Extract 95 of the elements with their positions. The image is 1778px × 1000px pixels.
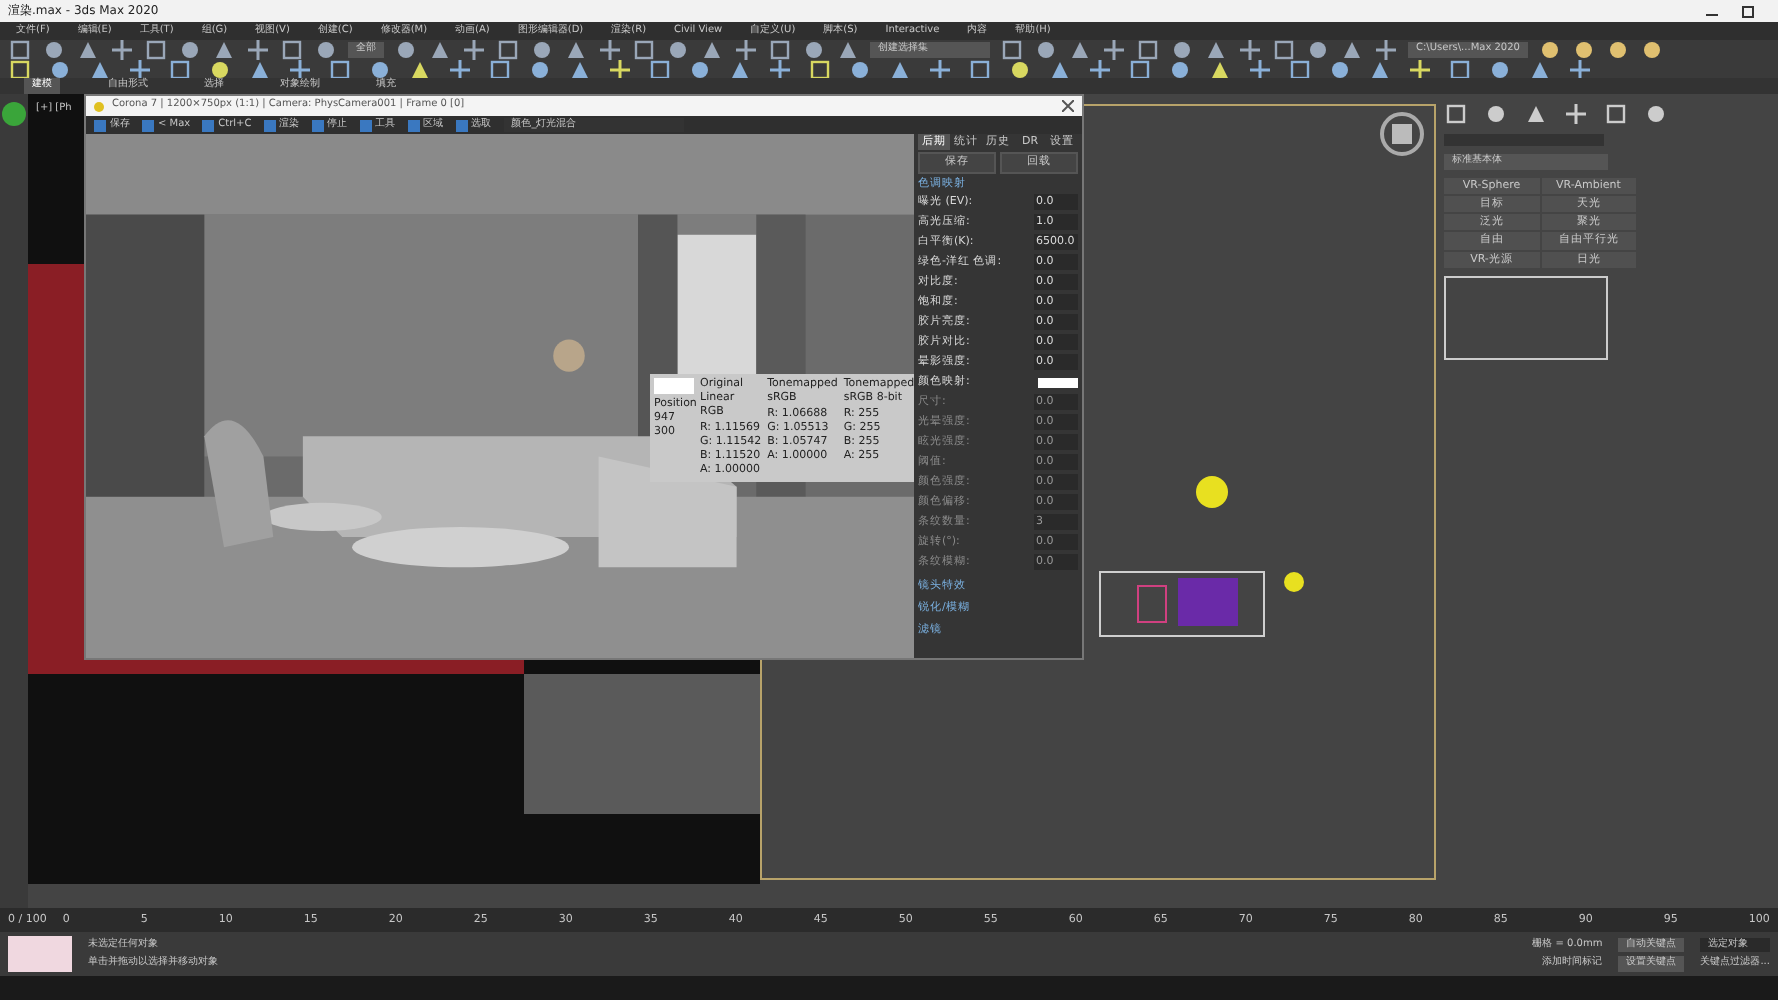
triangle-icon[interactable] bbox=[564, 38, 588, 62]
circle-icon[interactable] bbox=[208, 57, 232, 81]
square-icon[interactable] bbox=[8, 57, 32, 81]
triangle-icon[interactable] bbox=[700, 38, 724, 62]
circle-icon[interactable] bbox=[314, 38, 338, 62]
circle-icon[interactable] bbox=[1605, 38, 1630, 62]
circle-icon[interactable] bbox=[848, 57, 872, 81]
color-swatch bbox=[654, 378, 694, 394]
triangle-icon[interactable] bbox=[408, 57, 432, 81]
plus-icon[interactable] bbox=[1408, 57, 1432, 81]
plus-icon[interactable] bbox=[734, 38, 758, 62]
square-icon[interactable] bbox=[1136, 38, 1160, 62]
triangle-icon[interactable] bbox=[248, 57, 272, 81]
square-icon[interactable] bbox=[1288, 57, 1312, 81]
triangle-icon[interactable] bbox=[1340, 38, 1364, 62]
triangle-icon[interactable] bbox=[836, 38, 860, 62]
circle-icon[interactable] bbox=[802, 38, 826, 62]
triangle-icon[interactable] bbox=[1048, 57, 1072, 81]
square-icon[interactable] bbox=[768, 38, 792, 62]
circle-icon[interactable] bbox=[1170, 38, 1194, 62]
square-icon[interactable] bbox=[328, 57, 352, 81]
plus-icon[interactable] bbox=[1248, 57, 1272, 81]
viewcube-icon[interactable] bbox=[1378, 110, 1426, 158]
triangle-icon[interactable] bbox=[1204, 38, 1228, 62]
circle-icon[interactable] bbox=[368, 57, 392, 81]
square-icon[interactable] bbox=[648, 57, 672, 81]
square-icon[interactable] bbox=[144, 38, 168, 62]
circle-icon[interactable] bbox=[42, 38, 66, 62]
circle-icon[interactable] bbox=[528, 57, 552, 81]
light-icon bbox=[1194, 474, 1230, 510]
circle-icon[interactable] bbox=[688, 57, 712, 81]
square-icon[interactable] bbox=[168, 57, 192, 81]
square-icon[interactable] bbox=[496, 38, 520, 62]
triangle-icon[interactable] bbox=[428, 38, 452, 62]
plus-icon[interactable] bbox=[448, 57, 472, 81]
plus-icon[interactable] bbox=[110, 38, 134, 62]
square-icon[interactable] bbox=[488, 57, 512, 81]
light-icon bbox=[1282, 570, 1306, 594]
plus-icon[interactable] bbox=[768, 57, 792, 81]
color-swatch[interactable] bbox=[1038, 377, 1078, 388]
circle-icon[interactable] bbox=[1639, 38, 1664, 62]
square-icon[interactable] bbox=[1128, 57, 1152, 81]
maximize-icon[interactable] bbox=[1742, 5, 1754, 17]
square-icon[interactable] bbox=[808, 57, 832, 81]
circle-icon[interactable] bbox=[1484, 102, 1508, 126]
circle-icon[interactable] bbox=[530, 38, 554, 62]
triangle-icon[interactable] bbox=[1208, 57, 1232, 81]
triangle-icon[interactable] bbox=[888, 57, 912, 81]
circle-icon[interactable] bbox=[1488, 57, 1512, 81]
triangle-icon[interactable] bbox=[1068, 38, 1092, 62]
circle-icon[interactable] bbox=[1537, 38, 1562, 62]
triangle-icon[interactable] bbox=[212, 38, 236, 62]
square-icon[interactable] bbox=[1448, 57, 1472, 81]
square-icon[interactable] bbox=[1272, 38, 1296, 62]
triangle-icon[interactable] bbox=[1528, 57, 1552, 81]
circle-icon[interactable] bbox=[1306, 38, 1330, 62]
circle-icon[interactable] bbox=[1328, 57, 1352, 81]
plus-icon[interactable] bbox=[462, 38, 486, 62]
close-icon[interactable] bbox=[1062, 100, 1074, 112]
triangle-icon[interactable] bbox=[1368, 57, 1392, 81]
plus-icon[interactable] bbox=[608, 57, 632, 81]
plus-icon[interactable] bbox=[1568, 57, 1592, 81]
plus-icon[interactable] bbox=[1088, 57, 1112, 81]
square-icon[interactable] bbox=[1000, 38, 1024, 62]
square-icon[interactable] bbox=[8, 38, 32, 62]
circle-icon[interactable] bbox=[1644, 102, 1668, 126]
plus-icon[interactable] bbox=[1374, 38, 1398, 62]
plus-icon[interactable] bbox=[246, 38, 270, 62]
plus-icon[interactable] bbox=[288, 57, 312, 81]
square-icon[interactable] bbox=[1444, 102, 1468, 126]
circle-icon[interactable] bbox=[666, 38, 690, 62]
square-icon[interactable] bbox=[280, 38, 304, 62]
square-icon[interactable] bbox=[1604, 102, 1628, 126]
plus-icon[interactable] bbox=[128, 57, 152, 81]
circle-icon[interactable] bbox=[178, 38, 202, 62]
plus-icon[interactable] bbox=[598, 38, 622, 62]
circle-icon[interactable] bbox=[1571, 38, 1596, 62]
circle-icon[interactable] bbox=[1008, 57, 1032, 81]
circle-icon[interactable] bbox=[1168, 57, 1192, 81]
circle-icon[interactable] bbox=[394, 38, 418, 62]
circle-icon[interactable] bbox=[48, 57, 72, 81]
app-icon bbox=[94, 101, 104, 111]
plus-icon[interactable] bbox=[928, 57, 952, 81]
square-icon[interactable] bbox=[632, 38, 656, 62]
triangle-icon[interactable] bbox=[88, 57, 112, 81]
plus-icon[interactable] bbox=[1238, 38, 1262, 62]
minimize-icon[interactable] bbox=[1706, 13, 1718, 15]
triangle-icon[interactable] bbox=[1524, 102, 1548, 126]
square-icon[interactable] bbox=[968, 57, 992, 81]
triangle-icon[interactable] bbox=[728, 57, 752, 81]
triangle-icon[interactable] bbox=[568, 57, 592, 81]
plus-icon[interactable] bbox=[1564, 102, 1588, 126]
circle-icon[interactable] bbox=[1034, 38, 1058, 62]
plus-icon[interactable] bbox=[1102, 38, 1126, 62]
triangle-icon[interactable] bbox=[76, 38, 100, 62]
